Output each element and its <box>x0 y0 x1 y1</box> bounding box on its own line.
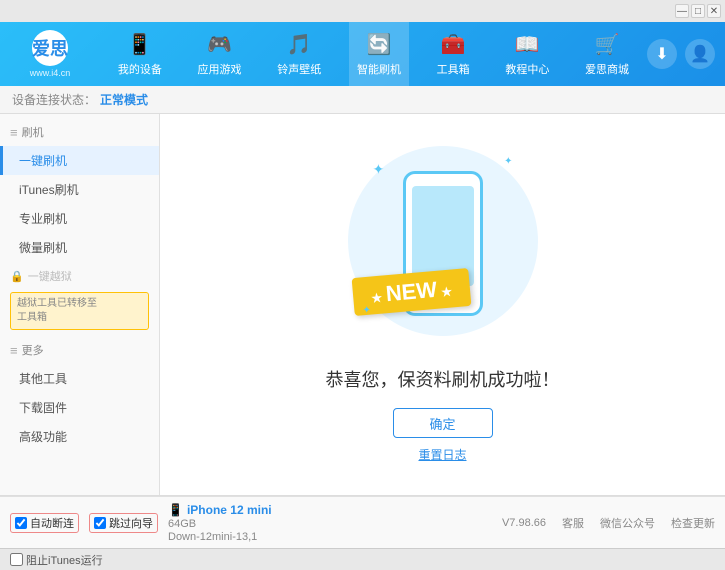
close-button[interactable]: ✕ <box>707 4 721 18</box>
sidebar-item-other-tools[interactable]: 其他工具 <box>0 364 159 393</box>
nav-toolbox[interactable]: 🧰 工具箱 <box>429 22 478 86</box>
flash-section-icon: ≡ <box>10 125 18 140</box>
nav-tutorial[interactable]: 📖 教程中心 <box>497 22 557 86</box>
my-device-icon: 📱 <box>127 32 152 57</box>
more-section-label: 更多 <box>22 342 44 358</box>
sparkle-2-icon: ✦ <box>504 156 512 167</box>
nav-toolbox-label: 工具箱 <box>437 61 470 77</box>
header-right: ⬇ 👤 <box>647 39 725 69</box>
confirm-button[interactable]: 确定 <box>393 408 493 438</box>
nav-my-device-label: 我的设备 <box>118 61 162 77</box>
lock-icon: 🔒 <box>10 270 24 283</box>
logo-area: 爱思 www.i4.cn <box>0 22 100 86</box>
itunes-label: 阻止iTunes运行 <box>26 552 103 568</box>
status-value: 正常模式 <box>100 91 148 108</box>
nav-store-label: 爱思商城 <box>585 61 629 77</box>
more-section-header: ≡ 更多 <box>0 336 159 364</box>
success-message: 恭喜您，保资料刷机成功啦！ <box>326 366 560 392</box>
device-storage: 64GB <box>168 518 272 530</box>
download-button[interactable]: ⬇ <box>647 39 677 69</box>
minimize-button[interactable]: — <box>675 4 689 18</box>
nav-store[interactable]: 🛒 爱思商城 <box>577 22 637 86</box>
sidebar: ≡ 刷机 一键刷机 iTunes刷机 专业刷机 微量刷机 🔒 一键越狱 越狱工具… <box>0 114 160 495</box>
itunes-checkbox[interactable] <box>10 553 23 566</box>
main-layout: ≡ 刷机 一键刷机 iTunes刷机 专业刷机 微量刷机 🔒 一键越狱 越狱工具… <box>0 114 725 495</box>
toolbox-icon: 🧰 <box>441 32 466 57</box>
store-icon: 🛒 <box>595 32 620 57</box>
user-button[interactable]: 👤 <box>685 39 715 69</box>
itunes-bar: 阻止iTunes运行 <box>0 548 725 570</box>
logo-icon: 爱思 <box>32 30 68 66</box>
sidebar-item-one-key-flash[interactable]: 一键刷机 <box>0 146 159 175</box>
device-name: 📱 iPhone 12 mini <box>168 503 272 517</box>
jailbreak-section-header: 🔒 一键越狱 <box>0 262 159 290</box>
flash-section-label: 刷机 <box>22 124 44 140</box>
phone-illustration: NEW ✦ ✦ ✦ <box>343 146 543 346</box>
more-section-icon: ≡ <box>10 343 18 358</box>
title-bar: — □ ✕ <box>0 0 725 22</box>
status-bar: 设备连接状态： 正常模式 <box>0 86 725 114</box>
nav-ringtone[interactable]: 🎵 铃声壁纸 <box>269 22 329 86</box>
app-game-icon: 🎮 <box>207 32 232 57</box>
status-label: 设备连接状态： <box>12 91 96 108</box>
sparkle-1-icon: ✦ <box>373 161 385 178</box>
sidebar-item-micro-flash[interactable]: 微量刷机 <box>0 233 159 262</box>
ringtone-icon: 🎵 <box>287 32 312 57</box>
nav-my-device[interactable]: 📱 我的设备 <box>110 22 170 86</box>
nav-smart-flash[interactable]: 🔄 智能刷机 <box>349 22 409 86</box>
nav-ringtone-label: 铃声壁纸 <box>277 61 321 77</box>
jailbreak-note: 越狱工具已转移至工具箱 <box>10 292 149 330</box>
content-area: NEW ✦ ✦ ✦ 恭喜您，保资料刷机成功啦！ 确定 重置日志 <box>160 114 725 495</box>
sidebar-item-advanced[interactable]: 高级功能 <box>0 422 159 451</box>
bottom-device-row: 自动断连 跳过向导 📱 iPhone 12 mini 64GB Down-12m… <box>0 496 725 548</box>
maximize-button[interactable]: □ <box>691 4 705 18</box>
header: 爱思 www.i4.cn 📱 我的设备 🎮 应用游戏 🎵 铃声壁纸 🔄 智能刷机… <box>0 22 725 86</box>
jailbreak-label: 一键越狱 <box>28 268 72 284</box>
device-icon: 📱 <box>168 503 183 517</box>
smart-flash-icon: 🔄 <box>367 32 392 57</box>
sidebar-item-itunes-flash[interactable]: iTunes刷机 <box>0 175 159 204</box>
nav-tutorial-label: 教程中心 <box>505 61 549 77</box>
itunes-toggle-button[interactable]: 阻止iTunes运行 <box>10 552 103 568</box>
sidebar-item-download-firmware[interactable]: 下载固件 <box>0 393 159 422</box>
nav-app-game[interactable]: 🎮 应用游戏 <box>190 22 250 86</box>
device-name-text: iPhone 12 mini <box>187 503 272 517</box>
bottom-combined: 自动断连 跳过向导 📱 iPhone 12 mini 64GB Down-12m… <box>0 495 725 570</box>
flash-section-header: ≡ 刷机 <box>0 118 159 146</box>
nav-smart-flash-label: 智能刷机 <box>357 61 401 77</box>
sparkle-3-icon: ✦ <box>363 305 371 316</box>
tutorial-icon: 📖 <box>515 32 540 57</box>
logo-url: www.i4.cn <box>30 68 71 78</box>
retry-link[interactable]: 重置日志 <box>418 446 466 463</box>
nav-bar: 📱 我的设备 🎮 应用游戏 🎵 铃声壁纸 🔄 智能刷机 🧰 工具箱 📖 教程中心… <box>100 22 647 86</box>
sidebar-item-pro-flash[interactable]: 专业刷机 <box>0 204 159 233</box>
nav-app-game-label: 应用游戏 <box>198 61 242 77</box>
device-firmware: Down-12mini-13,1 <box>168 531 272 543</box>
